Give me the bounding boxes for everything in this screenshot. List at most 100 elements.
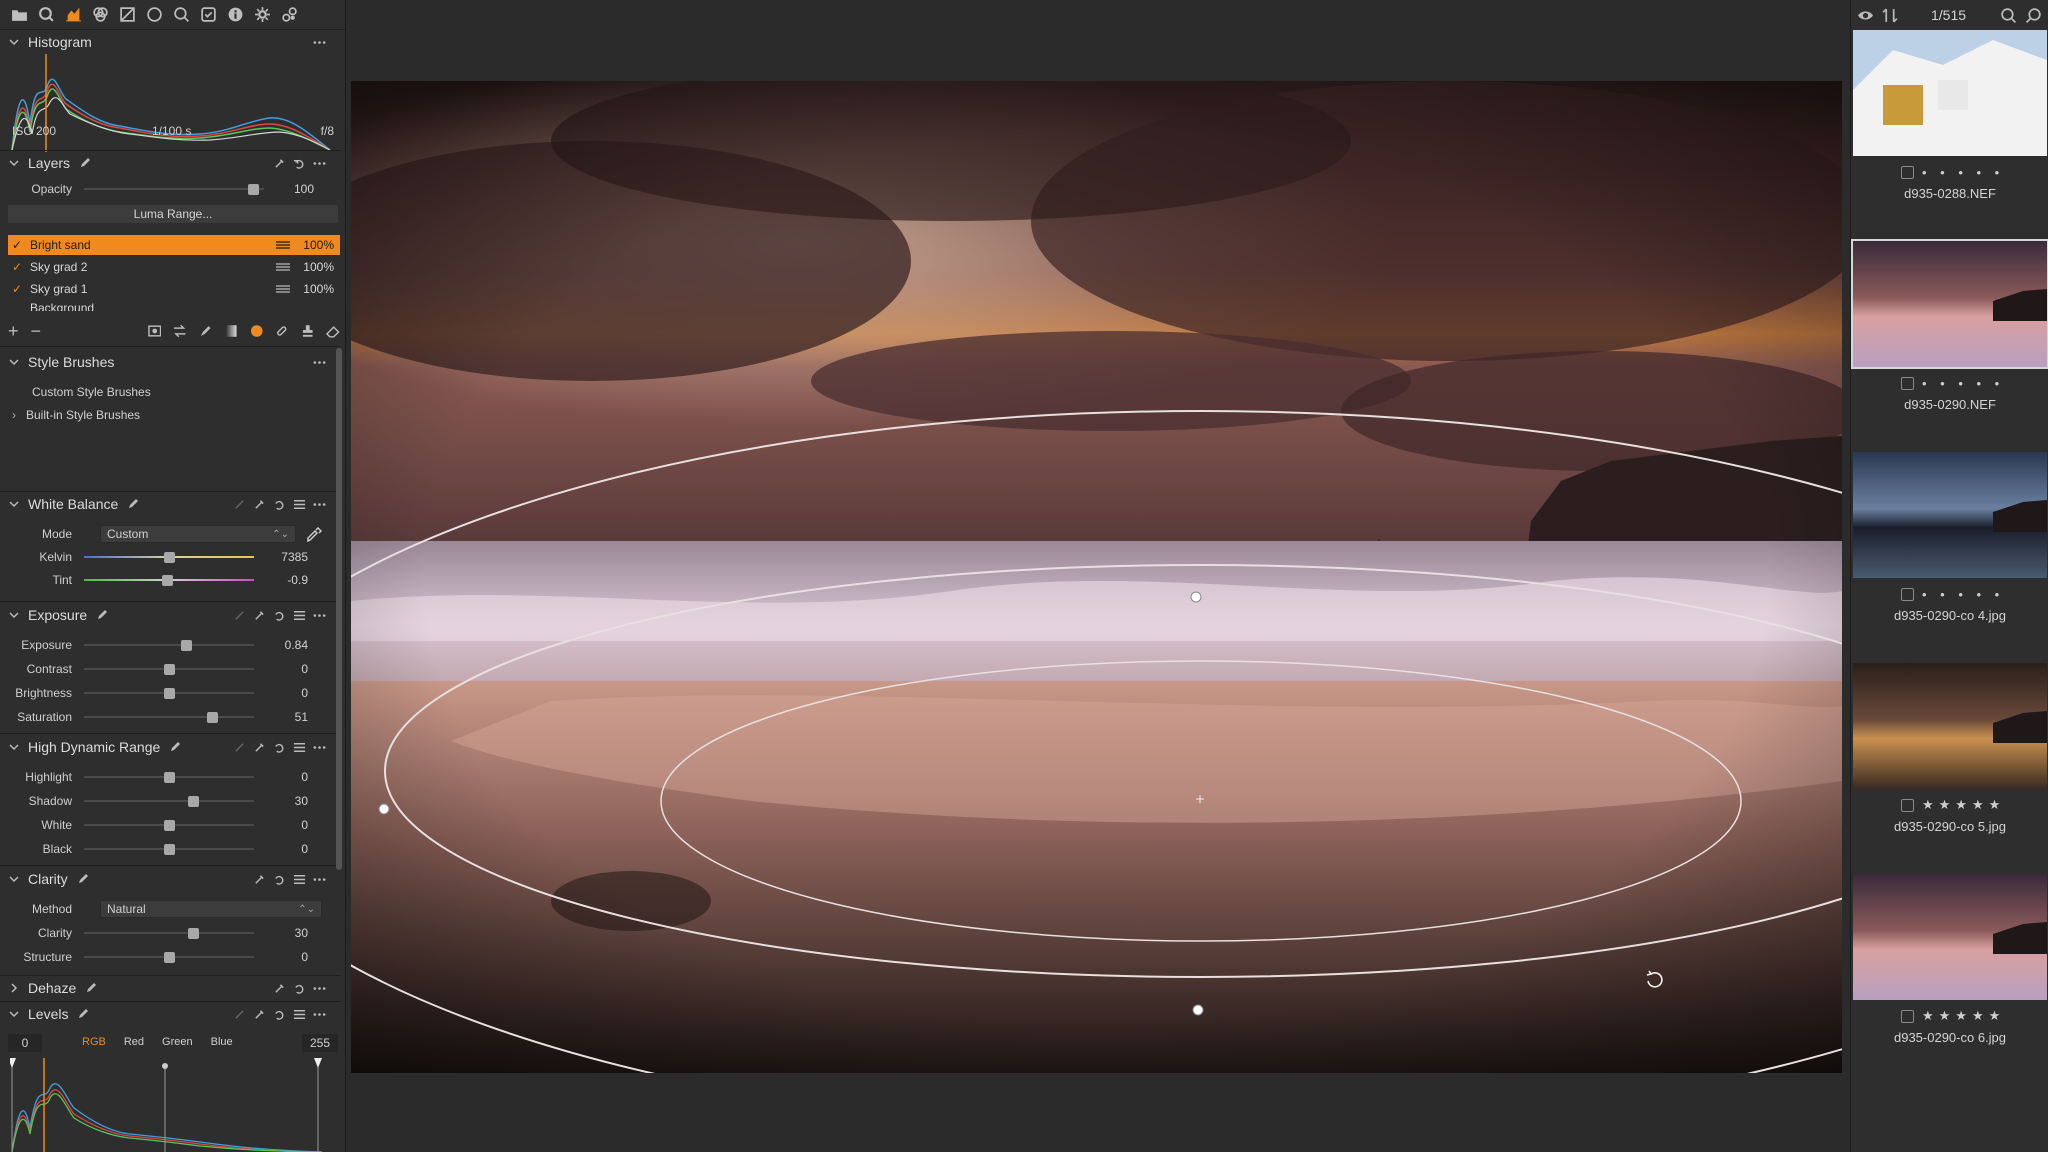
levels-header[interactable]: Levels (0, 1002, 340, 1026)
layer-row[interactable]: ✓ Sky grad 2 100% (8, 257, 340, 277)
copy-apply-icon[interactable] (253, 1008, 266, 1021)
search-icon[interactable] (2000, 7, 2017, 24)
eraser-icon[interactable] (326, 324, 340, 338)
pen-icon[interactable] (77, 1008, 89, 1020)
lens-icon[interactable] (143, 4, 165, 26)
rating-stars[interactable]: • • • • • (1922, 587, 2004, 602)
slider[interactable] (84, 766, 254, 788)
copy-apply-icon[interactable] (253, 609, 266, 622)
batch-icon[interactable] (278, 4, 300, 26)
layer-adjust-icon[interactable] (276, 284, 290, 294)
slider-value[interactable]: 0 (254, 818, 308, 832)
pen-icon[interactable] (85, 982, 97, 994)
slider[interactable] (84, 706, 254, 728)
thumbnail-image[interactable] (1853, 663, 2047, 789)
levels-low-input[interactable]: 0 (8, 1034, 42, 1052)
clarity-method-dropdown[interactable]: Natural ⌃⌄ (100, 900, 322, 918)
presets-icon[interactable] (293, 741, 306, 754)
slider-knob[interactable] (164, 772, 175, 783)
kelvin-knob[interactable] (164, 552, 175, 563)
chevron-down-icon[interactable] (8, 873, 20, 885)
slider-knob[interactable] (164, 664, 175, 675)
chevron-down-icon[interactable] (8, 157, 20, 169)
settings-icon[interactable] (251, 4, 273, 26)
opacity-value[interactable]: 100 (264, 182, 314, 196)
thumbnail-item[interactable]: • • • • • d935-0288.NEF (1851, 30, 2048, 241)
presets-icon[interactable] (293, 609, 306, 622)
chevron-down-icon[interactable] (8, 609, 20, 621)
rating-stars[interactable]: • • • • • (1922, 376, 2004, 391)
details-icon[interactable] (170, 4, 192, 26)
custom-style-brushes-item[interactable]: Custom Style Brushes (32, 385, 151, 399)
exposure-header[interactable]: Exposure (0, 603, 340, 627)
layer-adjust-icon[interactable] (276, 240, 290, 250)
slider-value[interactable]: 0 (254, 662, 308, 676)
kelvin-slider[interactable] (84, 546, 254, 568)
crop-icon[interactable] (116, 4, 138, 26)
more-icon[interactable] (313, 36, 326, 49)
copy-apply-icon[interactable] (253, 498, 266, 511)
slider-knob[interactable] (187, 796, 199, 807)
search-icon[interactable] (35, 4, 57, 26)
slider-knob[interactable] (206, 712, 218, 723)
more-icon[interactable] (313, 1008, 326, 1021)
rating-stars[interactable]: ★★★★★ (1922, 797, 2005, 813)
pen-icon[interactable] (79, 157, 91, 169)
heal-icon[interactable] (275, 324, 289, 338)
luma-range-button[interactable]: Luma Range... (8, 205, 338, 223)
reset-icon[interactable] (273, 498, 286, 511)
thumbnail-checkbox[interactable] (1901, 1009, 1914, 1023)
slider[interactable] (84, 634, 254, 656)
slider[interactable] (84, 838, 254, 860)
pick-icon[interactable] (273, 157, 286, 170)
more-icon[interactable] (313, 741, 326, 754)
slider-value[interactable]: 0.84 (254, 638, 308, 652)
chevron-down-icon[interactable] (8, 741, 20, 753)
levels-high-input[interactable]: 255 (302, 1034, 338, 1052)
more-icon[interactable] (313, 157, 326, 170)
brush-icon[interactable] (199, 324, 213, 338)
opacity-slider[interactable] (84, 178, 264, 200)
slider-knob[interactable] (164, 820, 175, 831)
eye-icon[interactable] (1857, 7, 1874, 24)
more-icon[interactable] (313, 982, 326, 995)
slider[interactable] (84, 814, 254, 836)
chevron-down-icon[interactable] (8, 1008, 20, 1020)
slider-value[interactable]: 30 (254, 794, 308, 808)
copy-apply-icon[interactable] (253, 873, 266, 886)
slider-knob[interactable] (164, 688, 175, 699)
layer-row[interactable]: ✓ Bright sand 100% (8, 235, 340, 255)
slider[interactable] (84, 946, 254, 968)
chevron-down-icon[interactable] (8, 36, 20, 48)
tint-value[interactable]: -0.9 (254, 573, 308, 587)
layer-adjust-icon[interactable] (276, 262, 290, 272)
slider[interactable] (84, 922, 254, 944)
thumbnail-item[interactable]: • • • • • d935-0290.NEF (1851, 239, 2048, 452)
thumbnail-checkbox[interactable] (1901, 798, 1914, 812)
zoom-icon[interactable] (2025, 7, 2042, 24)
dehaze-header[interactable]: Dehaze (0, 976, 340, 1000)
copy-apply-icon[interactable] (253, 741, 266, 754)
thumbnail-image[interactable] (1853, 452, 2047, 578)
metadata-icon[interactable] (224, 4, 246, 26)
layer-row[interactable]: ✓ Sky grad 1 100% (8, 279, 340, 299)
pen-icon[interactable] (96, 609, 108, 621)
slider-knob[interactable] (181, 640, 192, 651)
slider-value[interactable]: 51 (254, 710, 308, 724)
rating-stars[interactable]: • • • • • (1922, 165, 2004, 180)
levels-channel-tab[interactable]: Green (162, 1036, 193, 1048)
style-brushes-header[interactable]: Style Brushes (0, 350, 340, 374)
layers-icon[interactable] (89, 4, 111, 26)
levels-channel-tab[interactable]: Red (124, 1036, 144, 1048)
thumbnail-item[interactable]: ★★★★★ d935-0290-co 5.jpg (1851, 663, 2048, 874)
add-layer-icon[interactable]: + (8, 321, 19, 342)
opacity-knob[interactable] (248, 184, 260, 195)
slider[interactable] (84, 790, 254, 812)
layer-row[interactable]: Background (8, 301, 340, 311)
more-icon[interactable] (313, 498, 326, 511)
copy-apply-icon[interactable] (273, 982, 286, 995)
levels-channel-tab[interactable]: Blue (211, 1036, 233, 1048)
more-icon[interactable] (313, 356, 326, 369)
pen-icon[interactable] (169, 741, 181, 753)
histogram-header[interactable]: Histogram (0, 30, 340, 54)
